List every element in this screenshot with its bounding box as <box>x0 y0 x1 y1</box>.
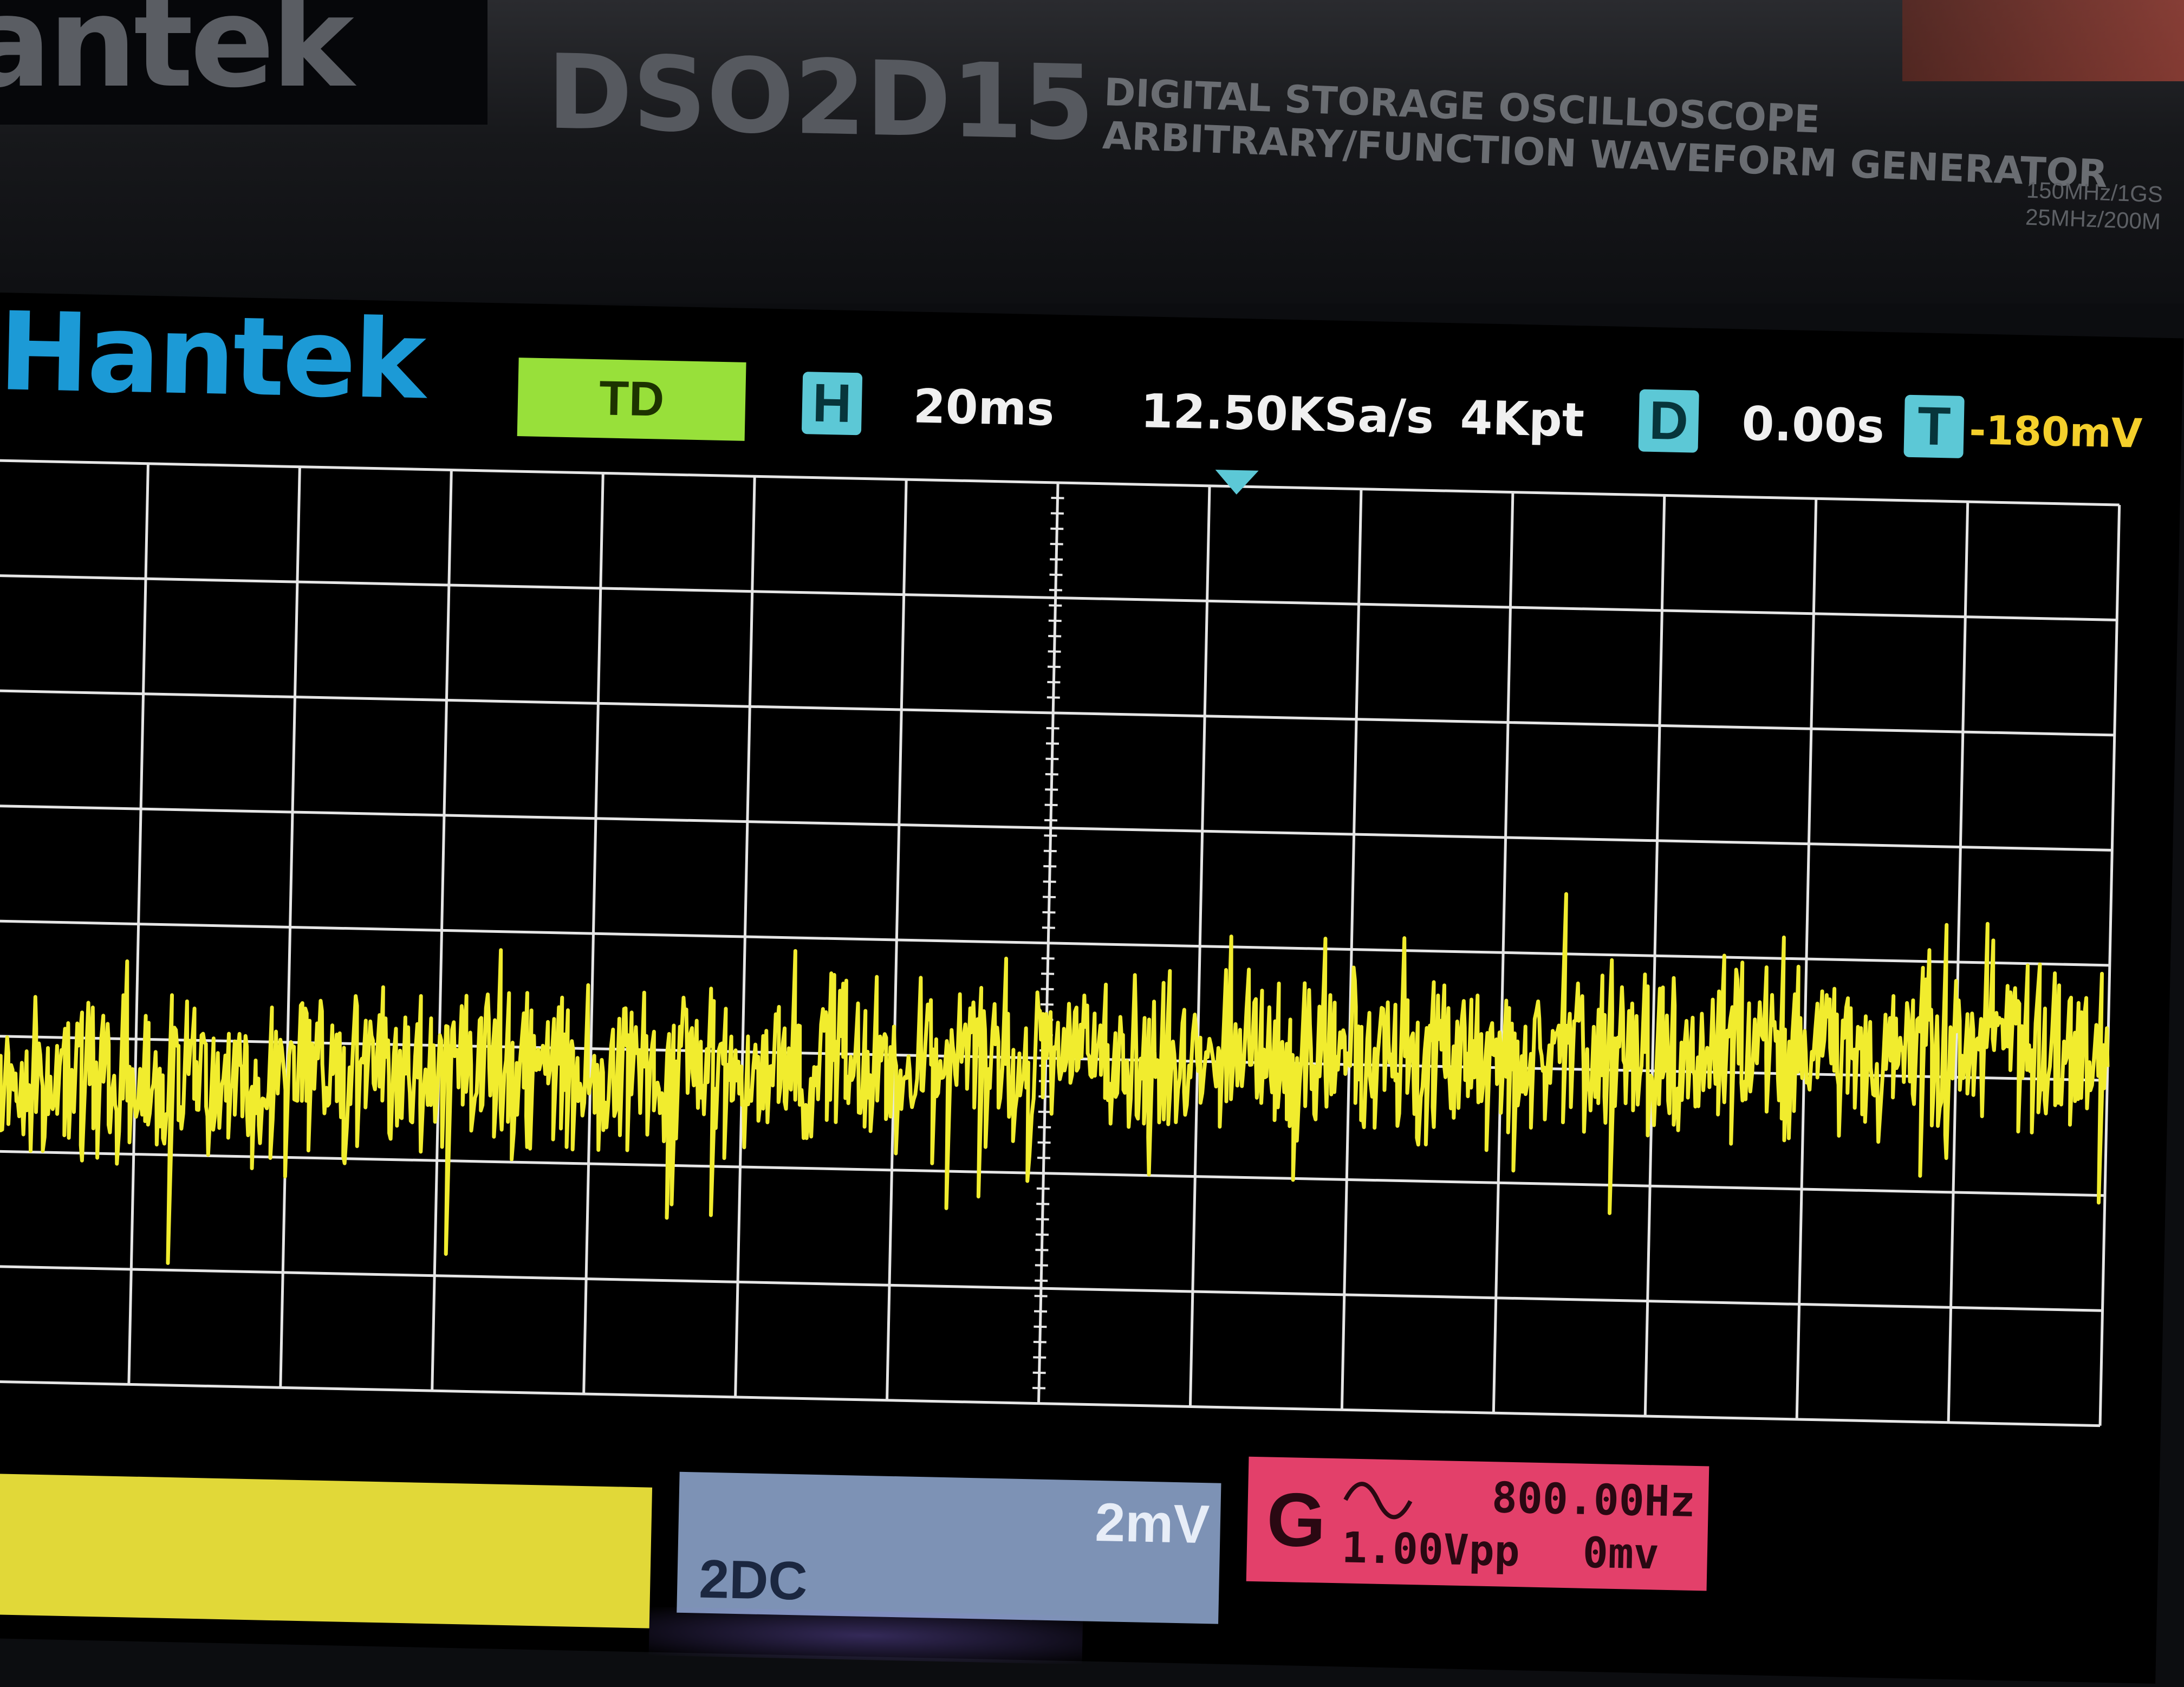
center-axis-tick <box>1034 1310 1048 1313</box>
graticule <box>0 459 2121 1428</box>
waveform-plot[interactable] <box>0 428 2142 1443</box>
center-axis-tick <box>1035 1264 1048 1267</box>
center-axis-tick <box>1043 896 1056 899</box>
center-axis-tick <box>1042 926 1055 929</box>
center-axis-tick <box>1043 880 1056 883</box>
center-axis-tick <box>1044 819 1058 822</box>
generator-panel[interactable]: G 800.00Hz 1.00Vpp 0mv <box>1246 1456 1709 1591</box>
center-axis-tick <box>1044 803 1058 807</box>
center-axis-tick <box>1046 726 1060 730</box>
center-axis-tick <box>1049 589 1062 592</box>
center-axis-tick <box>1043 849 1057 853</box>
spec-line-2: 25MHz/200M <box>2025 204 2161 235</box>
grid-line-horizontal <box>0 1150 2105 1197</box>
trigger-tag[interactable]: T <box>1903 394 1965 458</box>
device-description: DIGITAL STORAGE OSCILLOSCOPE ARBITRARY/F… <box>1102 70 2110 196</box>
mode-badge[interactable]: TD <box>517 358 746 441</box>
center-axis-tick <box>1043 865 1057 868</box>
center-axis-tick <box>1050 558 1063 561</box>
center-axis-tick <box>1040 1003 1054 1006</box>
background-object <box>1902 0 2184 81</box>
scope-bezel: antek DSO2D15 DIGITAL STORAGE OSCILLOSCO… <box>0 0 2184 303</box>
center-axis-tick <box>1033 1356 1046 1359</box>
center-axis-tick <box>1045 773 1058 776</box>
brand-badge: antek <box>0 0 487 125</box>
generator-frequency: 800.00Hz <box>1491 1474 1696 1527</box>
center-axis-tick <box>1044 834 1057 837</box>
timebase-value: 20ms <box>912 379 1055 437</box>
center-axis-tick <box>1042 911 1056 914</box>
generator-offset: 0mv <box>1582 1528 1660 1579</box>
center-axis-tick <box>1045 742 1060 745</box>
trigger-level: -180mV <box>1968 407 2143 457</box>
ch1-info-panel[interactable] <box>0 1473 653 1628</box>
spec-line-1: 150MHz/1GS <box>2026 177 2163 207</box>
memory-depth: 4Kpt <box>1459 391 1585 448</box>
center-axis-tick <box>1041 988 1054 991</box>
center-axis-tick <box>1046 696 1060 699</box>
center-axis-tick <box>1045 757 1059 761</box>
screen-logo: Hantek <box>0 289 425 424</box>
horizontal-tag[interactable]: H <box>801 372 863 436</box>
center-axis-tick <box>1047 680 1061 684</box>
center-axis-tick <box>1045 788 1058 791</box>
grid-line-horizontal <box>0 574 2117 621</box>
center-axis-tick <box>1049 604 1062 607</box>
delay-tag[interactable]: D <box>1638 389 1699 453</box>
grid-line-horizontal <box>0 1264 2103 1312</box>
center-axis-tick <box>1042 942 1055 945</box>
ch2-info-panel[interactable]: 2DC 2mV <box>677 1471 1221 1624</box>
ch2-coupling: 2DC <box>698 1548 808 1612</box>
center-axis-tick <box>1048 634 1062 638</box>
trigger-position-marker[interactable] <box>1215 470 1259 495</box>
generator-amplitude: 1.00Vpp <box>1341 1523 1520 1576</box>
device-spec: 150MHz/1GS 25MHz/200M <box>2025 177 2163 236</box>
generator-tag: G <box>1266 1476 1327 1563</box>
center-axis-tick <box>1048 650 1061 653</box>
model-label: DSO2D15 <box>547 32 1095 164</box>
grid-line-horizontal <box>0 804 2112 852</box>
screen-reflection <box>648 1606 1083 1665</box>
scope-screen: Hantek TD H 20ms 12.50KSa/s 4Kpt D 0.00s… <box>0 289 2184 1684</box>
center-axis-tick <box>1050 512 1064 515</box>
sample-rate: 12.50KSa/s <box>1140 384 1435 445</box>
center-axis-tick <box>1041 957 1055 960</box>
ch2-scale: 2mV <box>1094 1491 1211 1555</box>
sine-wave-icon <box>1343 1482 1413 1520</box>
delay-value: 0.00s <box>1741 397 1885 454</box>
